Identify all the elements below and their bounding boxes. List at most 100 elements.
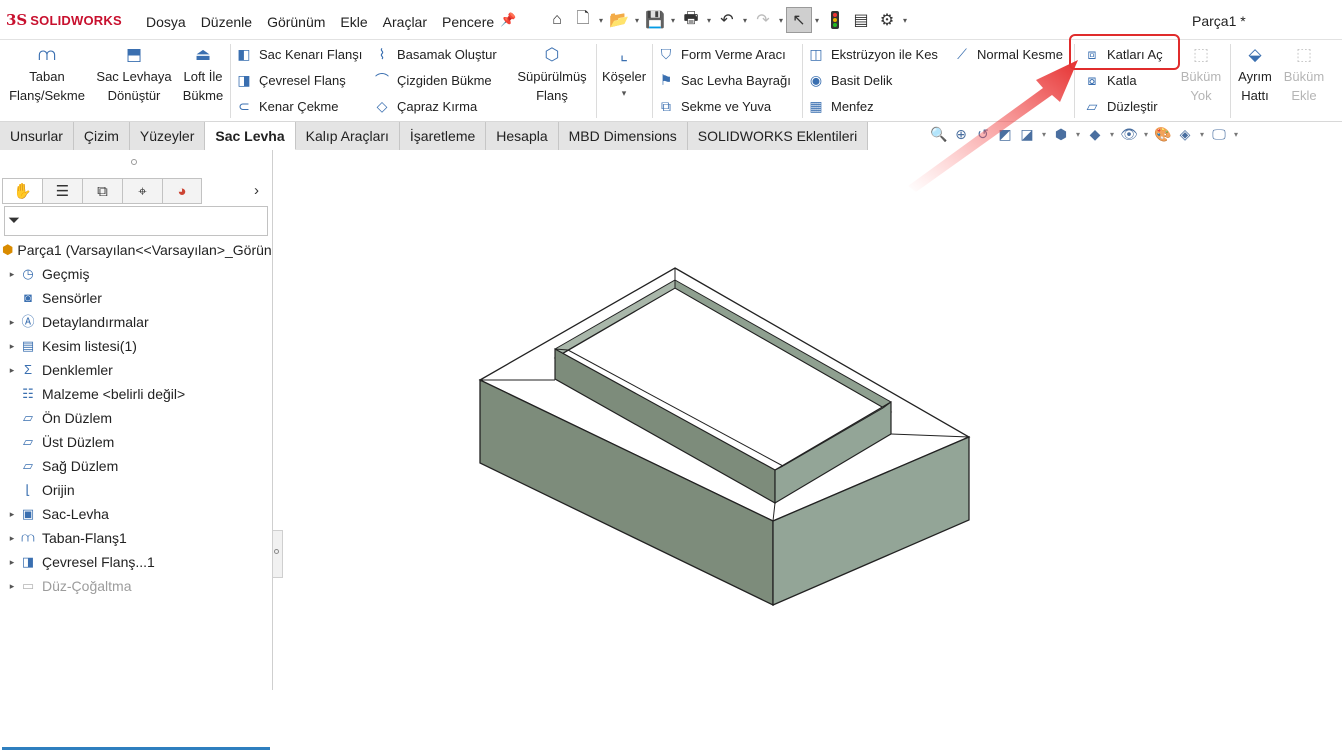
corners-dropdown-icon[interactable]: ▾ [600, 86, 648, 100]
rip-button[interactable]: ⬙ Ayrım Hattı [1232, 44, 1278, 105]
expand-arrow-icon[interactable]: ▸ [6, 557, 18, 568]
expand-arrow-icon[interactable]: ▸ [6, 509, 18, 520]
sheet-metal-part-model[interactable] [283, 150, 1342, 690]
expand-arrow-icon[interactable]: ▸ [6, 341, 18, 352]
expand-arrow-icon[interactable]: ▸ [6, 269, 18, 280]
tree-item[interactable]: ▸ Σ Denklemler [0, 358, 272, 382]
undo-dropdown-icon[interactable]: ▾ [740, 16, 750, 25]
view-dropdown-icon[interactable]: ▾ [1040, 130, 1048, 139]
tab-kalip-araclari[interactable]: Kalıp Araçları [295, 122, 400, 150]
extruded-cut-button[interactable]: ◫ Ekstrüzyon ile Kes [806, 43, 938, 65]
normal-cut-button[interactable]: ⟋ Normal Kesme [952, 43, 1063, 65]
tab-and-slot-button[interactable]: ⧉ Sekme ve Yuva [656, 95, 771, 117]
fold-button[interactable]: ⧇ Katla [1082, 69, 1137, 91]
lofted-bend-button[interactable]: ⏏ Loft İle Bükme [178, 44, 228, 105]
miter-flange-button[interactable]: ◨ Çevresel Flanş [234, 69, 345, 91]
save-icon[interactable]: 💾 [642, 7, 668, 33]
edit-appearance-icon[interactable]: 🎨 [1154, 126, 1172, 143]
tree-item[interactable]: ⌊ Orijin [0, 478, 272, 502]
sheet-metal-gusset-button[interactable]: ⚑ Sac Levha Bayrağı [656, 69, 791, 91]
edge-flange-button[interactable]: ◧ Sac Kenarı Flanşı [234, 43, 362, 65]
open-dropdown-icon[interactable]: ▾ [632, 16, 642, 25]
menu-araclar[interactable]: Araçlar [383, 14, 427, 30]
tree-item[interactable]: ☷ Malzeme <belirli değil> [0, 382, 272, 406]
orientation-dropdown-icon[interactable]: ▾ [1074, 130, 1082, 139]
tree-item[interactable]: ▸ ◷ Geçmiş [0, 262, 272, 286]
pin-icon[interactable]: 📌 [500, 12, 516, 28]
menu-pencere[interactable]: Pencere [442, 14, 494, 30]
display-style-icon[interactable]: ◆ [1086, 126, 1104, 143]
tree-item[interactable]: ▱ Üst Düzlem [0, 430, 272, 454]
tab-cizim[interactable]: Çizim [73, 122, 130, 150]
menu-ekle[interactable]: Ekle [340, 14, 367, 30]
dimxpert-manager-tab-icon[interactable]: ⌖ [122, 178, 162, 204]
scene-dropdown-icon[interactable]: ▾ [1198, 130, 1206, 139]
sketched-bend-button[interactable]: ⌒ Çizgiden Bükme [372, 69, 492, 91]
hide-show-items-icon[interactable]: 👁 [1120, 126, 1138, 143]
vent-button[interactable]: ▦ Menfez [806, 95, 873, 117]
tree-item[interactable]: ▱ Sağ Düzlem [0, 454, 272, 478]
menu-gorunum[interactable]: Görünüm [267, 14, 325, 30]
expand-arrow-icon[interactable]: ▸ [6, 317, 18, 328]
tree-item[interactable]: ▸ ▤ Kesim listesi(1) [0, 334, 272, 358]
previous-view-icon[interactable]: ↺ [974, 126, 992, 143]
tree-item[interactable]: ◙ Sensörler [0, 286, 272, 310]
tree-root-part[interactable]: ⬢ Parça1 (Varsayılan<<Varsayılan>_Görünü… [0, 238, 272, 262]
hem-button[interactable]: ⊂ Kenar Çekme [234, 95, 338, 117]
property-manager-tab-icon[interactable]: ☰ [42, 178, 82, 204]
forming-tool-button[interactable]: ⛉ Form Verme Aracı [656, 43, 786, 65]
redo-icon[interactable]: ↷ [750, 7, 776, 33]
hide-show-dropdown-icon[interactable]: ▾ [1142, 130, 1150, 139]
select-cursor-icon[interactable]: ↖ [786, 7, 812, 33]
feature-tree-filter[interactable]: ⏷ [4, 206, 268, 236]
cross-break-button[interactable]: ◇ Çapraz Kırma [372, 95, 478, 117]
corners-button[interactable]: ⌞ Köşeler ▾ [600, 44, 648, 100]
new-document-icon[interactable]: 🗋 [570, 7, 596, 33]
undo-icon[interactable]: ↶ [714, 7, 740, 33]
zoom-to-fit-icon[interactable]: 🔍 [930, 126, 948, 143]
open-folder-icon[interactable]: 📂 [606, 7, 632, 33]
simple-hole-button[interactable]: ◉ Basit Delik [806, 69, 893, 91]
home-icon[interactable]: ⌂ [544, 7, 570, 33]
display-dropdown-icon[interactable]: ▾ [1108, 130, 1116, 139]
select-dropdown-icon[interactable]: ▾ [812, 16, 822, 25]
base-flange-button[interactable]: ⩋ Taban Flanş/Sekme [8, 44, 86, 105]
view-settings-dropdown-icon[interactable]: ▾ [1232, 130, 1240, 139]
tree-item[interactable]: ▸ ▭ Düz-Çoğaltma [0, 574, 272, 598]
display-manager-tab-icon[interactable]: ◕ [162, 178, 202, 204]
view-orientation-icon[interactable]: ⬢ [1052, 126, 1070, 143]
tab-unsurlar[interactable]: Unsurlar [0, 122, 74, 150]
save-dropdown-icon[interactable]: ▾ [668, 16, 678, 25]
tab-hesapla[interactable]: Hesapla [486, 122, 559, 150]
menu-duzenle[interactable]: Düzenle [201, 14, 252, 30]
insert-bends-button[interactable]: ⬚ Büküm Ekle [1280, 44, 1328, 105]
tab-solidworks-eklentileri[interactable]: SOLIDWORKS Eklentileri [687, 122, 869, 150]
rebuild-traffic-light-icon[interactable] [822, 7, 848, 33]
options-dropdown-icon[interactable]: ▾ [900, 16, 910, 25]
print-dropdown-icon[interactable]: ▾ [704, 16, 714, 25]
apply-scene-icon[interactable]: ◈ [1176, 126, 1194, 143]
no-bends-button[interactable]: ⬚ Büküm Yok [1176, 44, 1226, 105]
solidworks-logo[interactable]: 3S SOLIDWORKS [6, 10, 122, 30]
tree-item[interactable]: ▸ Ⓐ Detaylandırmalar [0, 310, 272, 334]
convert-to-sheet-metal-button[interactable]: ⬒ Sac Levhaya Dönüştür [94, 44, 174, 105]
tab-isaretleme[interactable]: İşaretleme [399, 122, 487, 150]
redo-dropdown-icon[interactable]: ▾ [776, 16, 786, 25]
tree-item[interactable]: ▸ ▣ Sac-Levha [0, 502, 272, 526]
graphics-area[interactable] [283, 150, 1342, 690]
swept-flange-button[interactable]: ⬡ Süpürülmüş Flanş [512, 44, 592, 105]
menu-dosya[interactable]: Dosya [146, 14, 186, 30]
panel-splitter-handle[interactable] [273, 530, 283, 578]
dynamic-annotation-icon[interactable]: ◪ [1018, 126, 1036, 143]
tree-item[interactable]: ▱ Ön Düzlem [0, 406, 272, 430]
tree-item[interactable]: ▸ ◨ Çevresel Flanş...1 [0, 550, 272, 574]
flatten-button[interactable]: ▱ Düzleştir [1082, 95, 1158, 117]
new-dropdown-icon[interactable]: ▾ [596, 16, 606, 25]
configuration-manager-tab-icon[interactable]: ⧉ [82, 178, 122, 204]
tree-item[interactable]: ▸ ⩋ Taban-Flanş1 [0, 526, 272, 550]
expand-arrow-icon[interactable]: ▸ [6, 533, 18, 544]
tab-yuzeyler[interactable]: Yüzeyler [129, 122, 206, 150]
feature-manager-tab-icon[interactable]: ✋ [2, 178, 42, 204]
options-gear-icon[interactable]: ⚙ [874, 7, 900, 33]
zoom-to-area-icon[interactable]: ⊕ [952, 126, 970, 143]
